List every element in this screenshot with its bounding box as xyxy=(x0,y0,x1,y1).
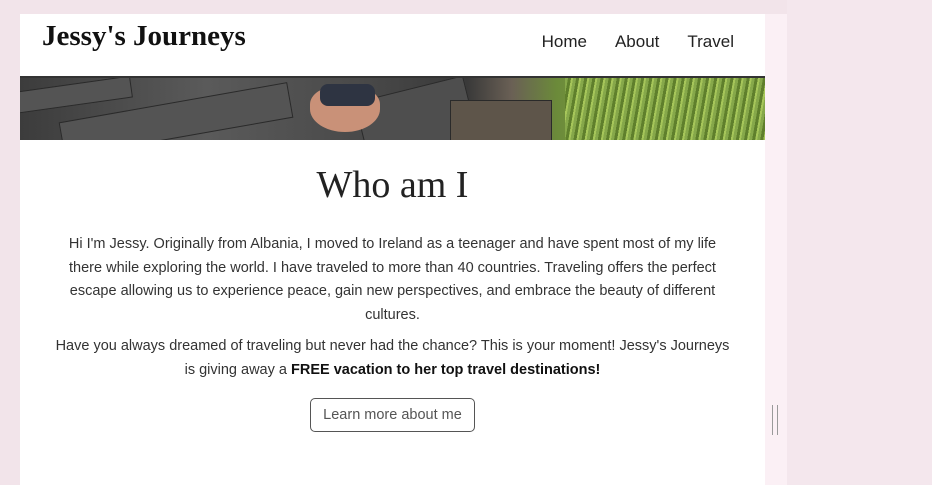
learn-more-button[interactable]: Learn more about me xyxy=(310,398,475,432)
giveaway-paragraph: Have you always dreamed of traveling but… xyxy=(53,335,733,382)
hero-image xyxy=(20,78,765,140)
preview-frame: Jessy's Journeys Home About Travel Who a… xyxy=(20,14,765,485)
giveaway-highlight: FREE vacation to her top travel destinat… xyxy=(291,361,601,378)
section-heading: Who am I xyxy=(316,164,469,206)
main-nav: Home About Travel xyxy=(542,32,734,52)
nav-home-link[interactable]: Home xyxy=(542,32,587,52)
navbar: Jessy's Journeys Home About Travel xyxy=(20,14,765,78)
plank-shape xyxy=(450,100,552,140)
nav-about-link[interactable]: About xyxy=(615,32,659,52)
nav-travel-link[interactable]: Travel xyxy=(687,32,734,52)
plank-shape xyxy=(20,78,133,115)
intro-paragraph: Hi I'm Jessy. Originally from Albania, I… xyxy=(68,236,717,323)
grass-shape xyxy=(565,78,765,140)
site-brand[interactable]: Jessy's Journeys xyxy=(42,20,246,53)
background-panel xyxy=(787,0,932,485)
resize-handle-icon[interactable] xyxy=(772,405,778,435)
about-section: Who am I Hi I'm Jessy. Originally from A… xyxy=(20,163,765,432)
sandal-strap-shape xyxy=(320,84,375,106)
